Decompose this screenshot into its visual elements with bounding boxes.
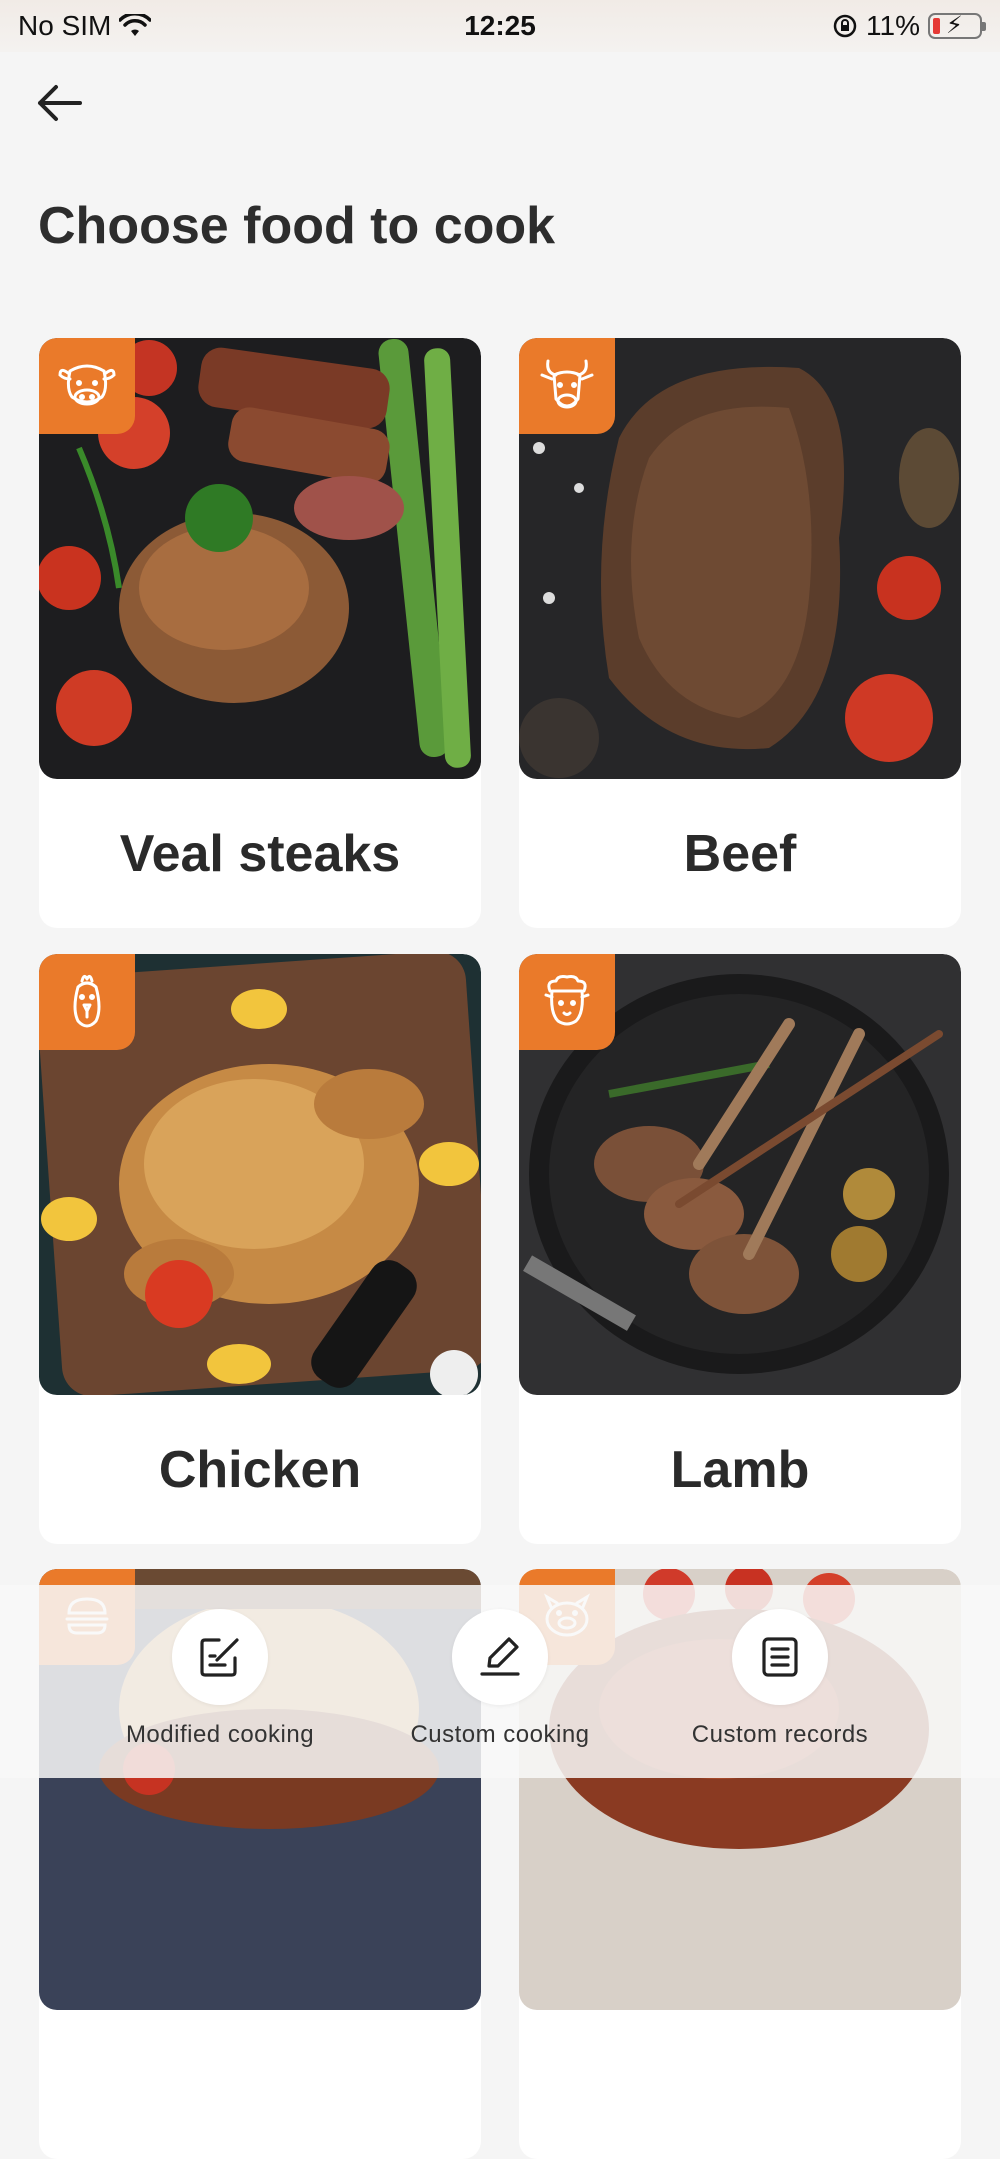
food-label — [39, 2010, 481, 2159]
action-label: Modified cooking — [125, 1721, 315, 1748]
carrier-text: No SIM — [18, 10, 112, 41]
food-label: Beef — [683, 824, 797, 883]
arrow-left-icon — [38, 85, 82, 121]
cow-icon-badge — [39, 338, 135, 434]
sheep-icon — [544, 975, 590, 1026]
pencil-icon — [480, 1637, 520, 1676]
status-bar: No SIM 12:25 11% ⚡ — [0, 0, 1000, 52]
modified-cooking-button[interactable]: Modified cooking — [100, 1585, 340, 1778]
status-left: No SIM — [18, 10, 152, 42]
food-card-lamb[interactable]: Lamb — [519, 954, 961, 1544]
action-label: Custom cooking — [410, 1721, 590, 1748]
rotation-lock-icon — [833, 14, 857, 38]
sheep-icon-badge — [519, 954, 615, 1050]
battery-icon: ⚡ — [928, 12, 986, 39]
bull-icon-badge — [519, 338, 615, 434]
food-card-chicken[interactable]: Chicken — [39, 954, 481, 1544]
cow-icon — [58, 364, 116, 406]
status-right: 11% ⚡ — [832, 10, 986, 42]
action-icon-circle — [452, 1609, 548, 1705]
action-icon-circle — [732, 1609, 828, 1705]
chicken-icon — [73, 974, 101, 1028]
wifi-icon — [119, 14, 152, 36]
action-label: Custom records — [691, 1721, 869, 1748]
bull-icon — [540, 359, 594, 409]
action-icon-circle — [172, 1609, 268, 1705]
food-label: Chicken — [158, 1440, 362, 1499]
edit-note-icon — [200, 1638, 239, 1677]
food-label: Veal steaks — [119, 824, 401, 883]
custom-records-button[interactable]: Custom records — [660, 1585, 900, 1778]
bottom-action-bar: Modified cooking Custom cooking Custom r… — [0, 1585, 1000, 1778]
food-label: Lamb — [670, 1440, 810, 1499]
battery-percent: 11% — [866, 10, 920, 41]
records-icon — [762, 1637, 798, 1677]
page-title: Choose food to cook — [38, 197, 556, 255]
food-card-veal-steaks[interactable]: Veal steaks — [39, 338, 481, 928]
chicken-icon-badge — [39, 954, 135, 1050]
food-card-beef[interactable]: Beef — [519, 338, 961, 928]
back-button[interactable] — [34, 76, 98, 130]
custom-cooking-button[interactable]: Custom cooking — [380, 1585, 620, 1778]
food-label — [519, 2010, 961, 2159]
